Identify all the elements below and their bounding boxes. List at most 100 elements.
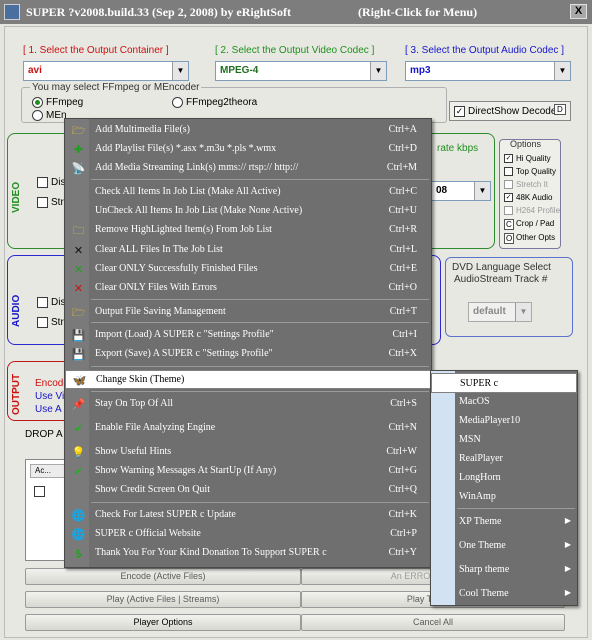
ffmpeg2theora-radio[interactable] xyxy=(172,97,183,108)
menu-item-3[interactable]: 📡 Add Media Streaming Link(s) mms:// rtsp… xyxy=(65,159,431,178)
lightbulb-icon: 💡 xyxy=(71,446,86,459)
menu-item-label: Add Multimedia File(s) xyxy=(95,124,190,135)
menu-item-label: UnCheck All Items In Job List (Make None… xyxy=(95,205,303,216)
menu-item-shortcut: Ctrl+Q xyxy=(388,484,417,495)
skin-item-11[interactable]: Cool Theme ▶ xyxy=(431,584,577,604)
player-options-button[interactable]: Player Options xyxy=(25,614,301,631)
h264-label: H264 Profile xyxy=(516,206,561,215)
menu-item-shortcut: Ctrl+O xyxy=(388,282,417,293)
menu-item-10[interactable]: 🗁 Output File Saving Management Ctrl+T xyxy=(65,303,431,322)
bitrate-label: rate kbps xyxy=(437,143,479,154)
menu-item-2[interactable]: ✚ Add Playlist File(s) *.asx *.m3u *.pls … xyxy=(65,140,431,159)
skin-item-3[interactable]: MediaPlayer10 xyxy=(431,411,577,431)
mencoder-radio[interactable] xyxy=(32,110,43,121)
container-select[interactable]: avi ▼ xyxy=(23,61,189,81)
directshow-option[interactable]: ✓ DirectShow Decode D xyxy=(449,101,571,121)
chevron-down-icon[interactable]: ▼ xyxy=(515,303,531,321)
crop-badge[interactable]: C xyxy=(504,219,514,230)
menu-item-16[interactable]: 💡 Show Useful Hints Ctrl+W xyxy=(65,443,431,462)
menu-item-shortcut: Ctrl+C xyxy=(389,186,417,197)
video-codec-select[interactable]: MPEG-4 ▼ xyxy=(215,61,387,81)
skin-item-label: MSN xyxy=(459,434,481,445)
ffmpeg-radio[interactable] xyxy=(32,97,43,108)
skin-item-label: One Theme xyxy=(459,540,506,551)
audio-codec-select[interactable]: mp3 ▼ xyxy=(405,61,571,81)
chevron-down-icon[interactable]: ▼ xyxy=(370,62,386,80)
skin-item-1[interactable]: SUPER c xyxy=(431,373,577,393)
job-list-header-label: Ac... xyxy=(35,466,52,475)
other-label[interactable]: Other Opts xyxy=(516,233,555,242)
skin-item-8[interactable]: XP Theme ▶ xyxy=(431,512,577,532)
top-quality-checkbox[interactable] xyxy=(504,167,513,176)
video-disable-checkbox[interactable] xyxy=(37,177,48,188)
video-stream-checkbox[interactable] xyxy=(37,197,48,208)
floppy-icon: 💾 xyxy=(71,348,86,361)
menu-item-label: Thank You For Your Kind Donation To Supp… xyxy=(95,547,327,558)
directshow-badge[interactable]: D xyxy=(554,104,566,115)
skin-item-5[interactable]: RealPlayer xyxy=(431,449,577,469)
menu-item-15[interactable]: ✔ Enable File Analyzing Engine Ctrl+N xyxy=(65,419,431,438)
crop-label[interactable]: Crop / Pad xyxy=(516,219,554,228)
skin-item-9[interactable]: One Theme ▶ xyxy=(431,536,577,556)
menu-item-13[interactable]: 🦋 Change Skin (Theme) xyxy=(65,370,431,389)
directshow-checkbox[interactable]: ✓ xyxy=(454,106,465,117)
audio-disable-checkbox[interactable] xyxy=(37,297,48,308)
encode-button[interactable]: Encode (Active Files) xyxy=(25,568,301,585)
bitrate-select[interactable]: 08 ▼ xyxy=(431,181,491,201)
skin-item-label: MediaPlayer10 xyxy=(459,415,521,426)
menu-item-4[interactable]: Check All Items In Job List (Make All Ac… xyxy=(65,183,431,202)
chevron-down-icon[interactable]: ▼ xyxy=(172,62,188,80)
menu-item-shortcut: Ctrl+T xyxy=(389,306,417,317)
chevron-down-icon[interactable]: ▼ xyxy=(554,62,570,80)
floppy-icon: 💾 xyxy=(71,329,86,342)
ffmpeg2theora-label: FFmpeg2theora xyxy=(186,97,258,108)
menu-item-20[interactable]: 🌐 SUPER c Official Website Ctrl+P xyxy=(65,525,431,544)
menu-item-1[interactable]: 🗁 Add Multimedia File(s) Ctrl+A xyxy=(65,121,431,140)
skin-item-2[interactable]: MacOS xyxy=(431,392,577,412)
audio-section-label: AUDIO xyxy=(11,294,22,327)
menu-item-shortcut: Ctrl+M xyxy=(386,162,417,173)
menu-item-shortcut: Ctrl+R xyxy=(389,224,417,235)
menu-item-18[interactable]: Show Credit Screen On Quit Ctrl+Q xyxy=(65,481,431,500)
menu-item-label: Show Warning Messages At StartUp (If Any… xyxy=(95,465,277,476)
menu-item-9[interactable]: ✕ Clear ONLY Files With Errors Ctrl+O xyxy=(65,279,431,298)
skin-item-6[interactable]: LongHorn xyxy=(431,468,577,488)
menu-item-19[interactable]: 🌐 Check For Latest SUPER c Update Ctrl+K xyxy=(65,506,431,525)
menu-separator xyxy=(91,179,429,180)
hi-quality-label: Hi Quality xyxy=(516,154,551,163)
hi-quality-checkbox[interactable]: ✓ xyxy=(504,154,513,163)
title-bar[interactable]: SUPER ?v2008.build.33 (Sep 2, 2008) by e… xyxy=(0,0,592,24)
play-button[interactable]: Play (Active Files | Streams) xyxy=(25,591,301,608)
menu-item-21[interactable]: $ Thank You For Your Kind Donation To Sup… xyxy=(65,544,431,563)
other-badge[interactable]: O xyxy=(504,233,515,244)
skin-item-10[interactable]: Sharp theme ▶ xyxy=(431,560,577,580)
container-label: [ 1. Select the Output Container ] xyxy=(23,45,169,56)
menu-item-12[interactable]: 💾 Export (Save) A SUPER c "Settings Profi… xyxy=(65,345,431,364)
directshow-label: DirectShow Decode xyxy=(468,106,557,117)
menu-item-shortcut: Ctrl+I xyxy=(392,329,417,340)
cancel-all-button[interactable]: Cancel All xyxy=(301,614,565,631)
audio-stream-checkbox[interactable] xyxy=(37,317,48,328)
skin-item-7[interactable]: WinAmp xyxy=(431,487,577,507)
chevron-right-icon: ▶ xyxy=(564,540,571,549)
menu-item-8[interactable]: ✕ Clear ONLY Successfully Finished Files C… xyxy=(65,260,431,279)
dvd-track-select[interactable]: default ▼ xyxy=(468,302,532,322)
menu-item-17[interactable]: ✔ Show Warning Messages At StartUp (If An… xyxy=(65,462,431,481)
chevron-down-icon[interactable]: ▼ xyxy=(474,182,490,200)
menu-item-7[interactable]: ✕ Clear ALL Files In The Job List Ctrl+L xyxy=(65,241,431,260)
ffmpeg-label: FFmpeg xyxy=(46,97,84,108)
menu-item-5[interactable]: UnCheck All Items In Job List (Make None… xyxy=(65,202,431,221)
audio-48k-checkbox[interactable]: ✓ xyxy=(504,193,513,202)
output-section-label: OUTPUT xyxy=(11,373,22,415)
menu-item-14[interactable]: 📌 Stay On Top Of All Ctrl+S xyxy=(65,395,431,414)
menu-item-label: Change Skin (Theme) xyxy=(96,374,185,385)
close-button[interactable]: X xyxy=(570,4,587,19)
right-click-hint: (Right-Click for Menu) xyxy=(358,5,478,19)
menu-item-label: Output File Saving Management xyxy=(95,306,226,317)
skin-item-4[interactable]: MSN xyxy=(431,430,577,450)
job-list-row-checkbox[interactable] xyxy=(34,486,45,497)
menu-item-6[interactable]: 🗀 Remove HighLighted Item(s) From Job Lis… xyxy=(65,221,431,240)
video-section-label: VIDEO xyxy=(11,181,22,213)
menu-item-11[interactable]: 💾 Import (Load) A SUPER c "Settings Profi… xyxy=(65,326,431,345)
chevron-right-icon: ▶ xyxy=(564,588,571,597)
